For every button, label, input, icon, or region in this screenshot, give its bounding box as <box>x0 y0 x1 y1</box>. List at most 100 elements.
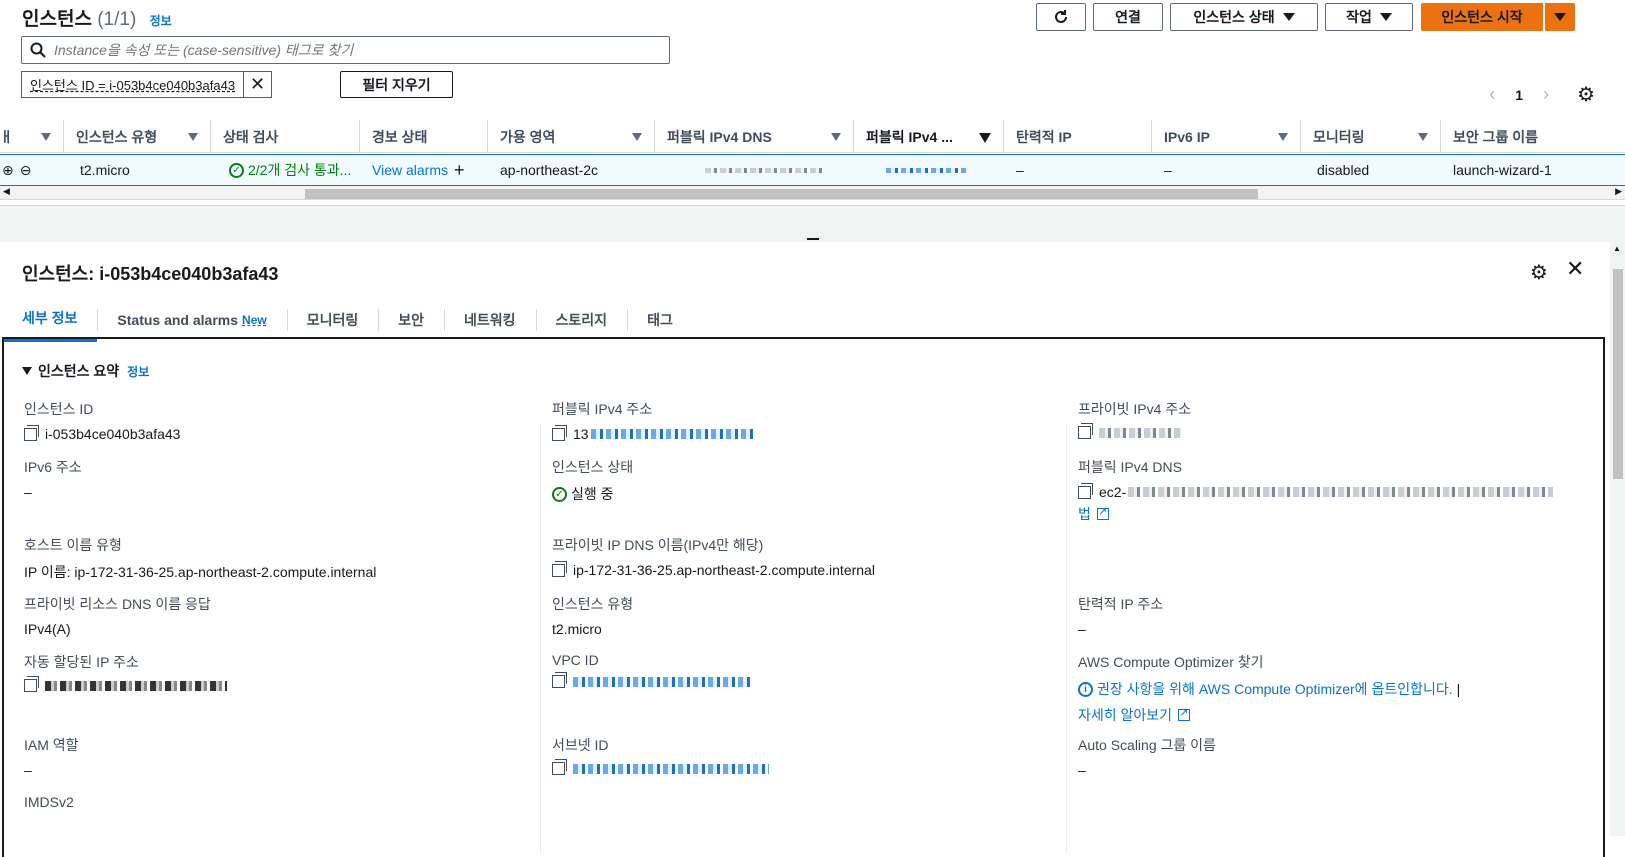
column-header-public-dns[interactable]: 퍼블릭 IPv4 DNS <box>655 120 854 153</box>
redacted-ip <box>45 680 227 691</box>
clear-filters-button[interactable]: 필터 지우기 <box>340 71 453 98</box>
column-header-status-check[interactable]: 상태 검사 <box>211 120 360 153</box>
cell-instance-type: t2.micro <box>80 162 130 178</box>
redacted-dns <box>1128 487 1554 497</box>
field-eip: 탄력적 IP 주소 – <box>1078 596 1164 637</box>
field-public-ipv4: 퍼블릭 IPv4 주소 13 <box>552 399 756 442</box>
instance-state-label: 인스턴스 상태 <box>1193 9 1275 25</box>
actions-dropdown[interactable]: 작업 <box>1325 3 1413 31</box>
learn-more-link[interactable]: 자세히 알아보기 <box>1078 705 1172 725</box>
field-private-ip-dns: 프라이빗 IP DNS 이름(IPv4만 해당) ip-172-31-36-25… <box>552 537 875 578</box>
column-header-monitoring[interactable]: 모니터링 <box>1301 120 1441 153</box>
caret-down-icon <box>1379 13 1392 21</box>
column-header-eip[interactable]: 탄력적 IP <box>1004 120 1152 153</box>
sort-icon <box>1278 133 1288 141</box>
new-badge: New <box>242 312 267 327</box>
sort-icon <box>41 133 51 141</box>
filter-chip[interactable]: 인스턴스 ID = i-053b4ce040b3afa43 ✕ <box>21 71 273 98</box>
scroll-right-icon[interactable]: ▶ <box>1615 186 1622 197</box>
cell-security-group: launch-wizard-1 <box>1453 162 1552 178</box>
instance-detail-panel: 인스턴스: i-053b4ce040b3afa43 ⚙ ✕ 세부 정보 Stat… <box>0 242 1610 857</box>
redacted-ip <box>1099 427 1181 438</box>
cell-public-dns <box>655 155 854 185</box>
tab-tags[interactable]: 태그 <box>627 297 693 342</box>
redacted-vpc[interactable] <box>573 676 751 687</box>
zoom-out-icon[interactable]: ⊖ <box>20 162 32 179</box>
pagination: ‹ 1 › ⚙ <box>1489 82 1595 107</box>
gear-icon[interactable]: ⚙ <box>1577 82 1595 107</box>
tab-networking[interactable]: 네트워킹 <box>444 297 536 342</box>
copy-icon[interactable] <box>1078 482 1093 499</box>
external-link-icon[interactable] <box>1096 505 1109 520</box>
row-zoom-controls: ⊕ ⊖ <box>0 155 64 185</box>
field-compute-optimizer: AWS Compute Optimizer 찾기 i 권장 사항을 위해 AWS … <box>1078 652 1460 725</box>
field-asg: Auto Scaling 그룹 이름 – <box>1078 737 1216 778</box>
launch-instance-button[interactable]: 인스턴스 시작 <box>1421 3 1543 31</box>
field-vpc-id: VPC ID <box>552 652 751 688</box>
panel-splitter[interactable] <box>0 205 1625 244</box>
copy-icon[interactable] <box>1078 423 1093 439</box>
search-input[interactable] <box>54 42 634 58</box>
scrollbar-thumb[interactable] <box>1613 269 1623 479</box>
launch-dropdown-button[interactable] <box>1545 3 1575 31</box>
search-box[interactable] <box>21 36 670 64</box>
scrollbar-thumb[interactable] <box>305 189 1258 199</box>
connect-button[interactable]: 연결 <box>1093 3 1163 31</box>
remove-filter-icon[interactable]: ✕ <box>243 71 271 98</box>
instance-state-dropdown[interactable]: 인스턴스 상태 <box>1170 3 1318 31</box>
column-header-alarm-status[interactable]: 경보 상태 <box>360 120 488 153</box>
column-header-ipv6[interactable]: IPv6 IP <box>1152 120 1301 153</box>
copy-icon[interactable] <box>552 424 567 441</box>
column-header-security-group[interactable]: 보안 그룹 이름 <box>1441 120 1625 153</box>
scroll-up-icon[interactable]: ▲ <box>1613 244 1621 253</box>
public-dns-link[interactable]: 법 <box>1078 504 1091 524</box>
filter-chip-text: 인스턴스 ID = i-053b4ce040b3afa43 <box>30 78 236 93</box>
sort-icon <box>831 133 841 141</box>
horizontal-scrollbar[interactable]: ◀ ▶ <box>0 186 1625 200</box>
page-number[interactable]: 1 <box>1515 87 1523 103</box>
sort-icon <box>1418 133 1428 141</box>
next-page-icon[interactable]: › <box>1543 84 1549 105</box>
copy-icon[interactable] <box>24 676 39 692</box>
detail-title: 인스턴스: i-053b4ce040b3afa43 <box>22 264 279 284</box>
caret-down-icon <box>1554 13 1566 21</box>
settings-gear-icon[interactable]: ⚙ <box>1530 260 1548 285</box>
tab-monitoring[interactable]: 모니터링 <box>286 297 379 342</box>
view-alarms-link[interactable]: View alarms <box>372 162 448 178</box>
tab-security[interactable]: 보안 <box>378 297 444 342</box>
table-row[interactable]: ⊕ ⊖ t2.micro ✓ 2/2개 검사 통과... View alarms +… <box>0 154 1625 186</box>
field-instance-id: 인스턴스 ID i-053b4ce040b3afa43 <box>24 401 181 442</box>
scroll-left-icon[interactable]: ◀ <box>3 186 10 197</box>
refresh-icon <box>1055 10 1067 23</box>
copy-icon[interactable] <box>552 759 567 775</box>
external-link-icon[interactable] <box>1178 706 1191 721</box>
column-header-instance-type[interactable]: 인스턴스 유형 <box>64 120 211 153</box>
section-toggle[interactable]: 인스턴스 요약 정보 <box>22 361 149 381</box>
tab-status-alarms[interactable]: Status and alarms New <box>97 297 286 342</box>
copy-icon[interactable] <box>24 424 39 441</box>
instance-count: (1/1) <box>97 9 137 30</box>
column-header-partial[interactable]: ㅐ <box>0 120 64 153</box>
info-link[interactable]: 정보 <box>150 14 172 28</box>
field-imdsv2: IMDSv2 <box>24 794 74 810</box>
field-instance-type: 인스턴스 유형 t2.micro <box>552 596 634 637</box>
refresh-button[interactable] <box>1036 3 1086 31</box>
close-icon[interactable]: ✕ <box>1566 256 1584 282</box>
optimizer-opt-in-link[interactable]: 권장 사항을 위해 AWS Compute Optimizer에 옵트인합니다. <box>1097 679 1453 699</box>
prev-page-icon[interactable]: ‹ <box>1489 84 1495 105</box>
field-subnet-id: 서브넷 ID <box>552 735 769 775</box>
copy-icon[interactable] <box>552 560 567 577</box>
zoom-in-icon[interactable]: ⊕ <box>2 162 14 179</box>
copy-icon[interactable] <box>552 672 567 688</box>
column-header-public-ipv4[interactable]: 퍼블릭 IPv4 ... <box>854 120 1004 153</box>
tab-storage[interactable]: 스토리지 <box>535 297 628 342</box>
redacted-subnet[interactable] <box>573 763 769 774</box>
cell-az: ap-northeast-2c <box>500 162 599 178</box>
tab-details[interactable]: 세부 정보 <box>2 297 98 342</box>
redacted-ip <box>590 429 756 439</box>
vertical-scrollbar[interactable]: ▲ <box>1610 242 1625 836</box>
cell-public-ipv4 <box>854 155 1004 185</box>
add-alarm-icon[interactable]: + <box>454 160 465 181</box>
section-info-link[interactable]: 정보 <box>127 363 149 380</box>
column-header-az[interactable]: 가용 영역 <box>488 120 655 153</box>
